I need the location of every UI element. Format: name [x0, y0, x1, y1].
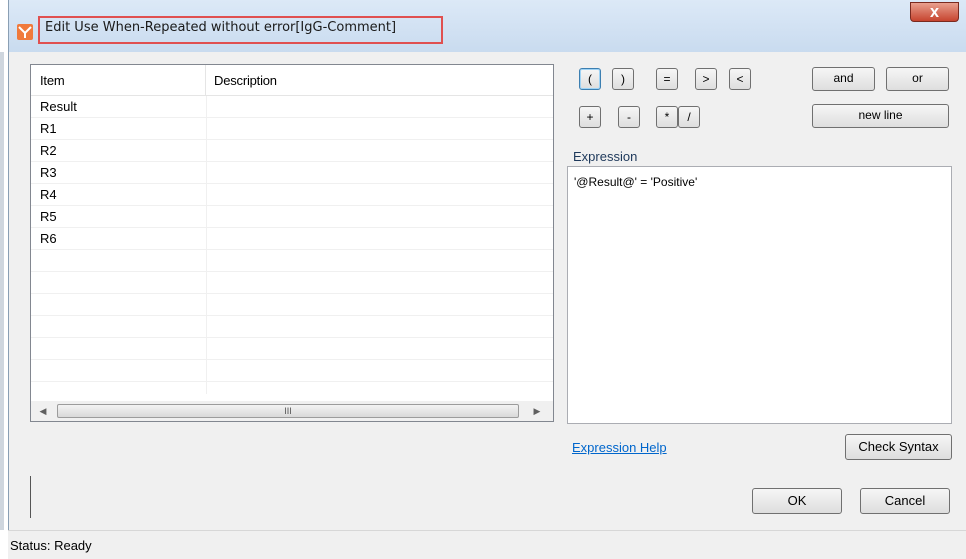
- cell-separator: [206, 382, 207, 394]
- empty-row[interactable]: [31, 316, 553, 338]
- less-than-button[interactable]: <: [729, 68, 751, 90]
- minus-button[interactable]: -: [618, 106, 640, 128]
- check-syntax-button[interactable]: Check Syntax: [845, 434, 952, 460]
- cancel-button[interactable]: Cancel: [860, 488, 950, 514]
- items-grid[interactable]: Item Description Result R1 R2 R3 R4 R5 R…: [30, 64, 554, 422]
- cell-item: Result: [40, 99, 77, 114]
- cell-separator: [206, 360, 207, 382]
- horizontal-scrollbar[interactable]: ◀ III ▶: [31, 401, 553, 421]
- cell-item: R2: [40, 143, 57, 158]
- grid-header: Item Description: [31, 65, 553, 96]
- cell-separator: [206, 338, 207, 360]
- status-text: Status: Ready: [10, 538, 92, 553]
- cell-separator: [206, 316, 207, 338]
- equals-button[interactable]: =: [656, 68, 678, 90]
- close-button[interactable]: X: [910, 2, 959, 22]
- scroll-right-icon[interactable]: ▶: [529, 404, 545, 418]
- cell-item: R5: [40, 209, 57, 224]
- and-button[interactable]: and: [812, 67, 875, 91]
- empty-row[interactable]: [31, 338, 553, 360]
- or-button[interactable]: or: [886, 67, 949, 91]
- table-row[interactable]: R5: [31, 206, 553, 228]
- column-separator[interactable]: [205, 65, 206, 95]
- close-paren-button[interactable]: ): [612, 68, 634, 90]
- empty-row[interactable]: [31, 360, 553, 382]
- cell-item: R1: [40, 121, 57, 136]
- app-icon: [17, 24, 33, 40]
- table-row[interactable]: R6: [31, 228, 553, 250]
- column-header-description[interactable]: Description: [214, 65, 277, 95]
- cell-separator: [206, 272, 207, 294]
- cell-separator: [206, 140, 207, 162]
- vertical-divider: [30, 476, 31, 518]
- empty-row[interactable]: [31, 294, 553, 316]
- greater-than-button[interactable]: >: [695, 68, 717, 90]
- cell-separator: [206, 162, 207, 184]
- cell-separator: [206, 96, 207, 118]
- cell-separator: [206, 118, 207, 140]
- cell-item: R3: [40, 165, 57, 180]
- table-row[interactable]: R3: [31, 162, 553, 184]
- cell-separator: [206, 206, 207, 228]
- scroll-left-icon[interactable]: ◀: [35, 404, 51, 418]
- open-paren-button[interactable]: (: [579, 68, 601, 90]
- title-bar[interactable]: Edit Use When-Repeated without error[IgG…: [9, 0, 966, 52]
- cell-separator: [206, 228, 207, 250]
- left-edge-bar: [0, 52, 4, 530]
- table-row[interactable]: R4: [31, 184, 553, 206]
- table-row[interactable]: Result: [31, 96, 553, 118]
- table-row[interactable]: R1: [31, 118, 553, 140]
- grid-body: Result R1 R2 R3 R4 R5 R6: [31, 96, 553, 394]
- empty-row[interactable]: [31, 250, 553, 272]
- empty-row[interactable]: [31, 272, 553, 294]
- scroll-thumb[interactable]: III: [57, 404, 519, 418]
- multiply-button[interactable]: *: [656, 106, 678, 128]
- expression-textarea[interactable]: '@Result@' = 'Positive': [567, 166, 952, 424]
- cell-item: R4: [40, 187, 57, 202]
- status-bar: Status: Ready: [8, 530, 966, 559]
- empty-row[interactable]: [31, 382, 553, 394]
- ok-button[interactable]: OK: [752, 488, 842, 514]
- cell-separator: [206, 250, 207, 272]
- plus-button[interactable]: +: [579, 106, 601, 128]
- cell-separator: [206, 184, 207, 206]
- table-row[interactable]: R2: [31, 140, 553, 162]
- divide-button[interactable]: /: [678, 106, 700, 128]
- window-title: Edit Use When-Repeated without error[IgG…: [45, 20, 397, 35]
- new-line-button[interactable]: new line: [812, 104, 949, 128]
- expression-help-link[interactable]: Expression Help: [572, 440, 667, 455]
- cell-item: R6: [40, 231, 57, 246]
- expression-label: Expression: [573, 149, 638, 164]
- column-header-item[interactable]: Item: [40, 65, 65, 95]
- cell-separator: [206, 294, 207, 316]
